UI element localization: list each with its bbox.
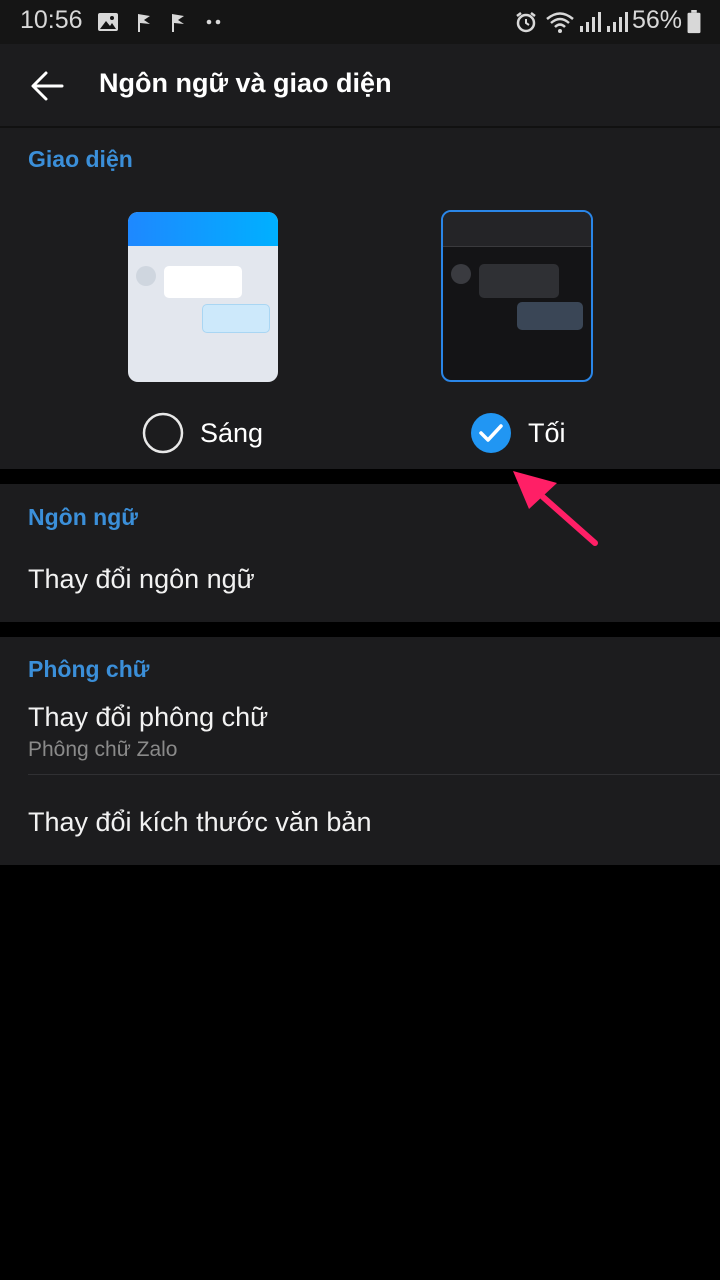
radio-unchecked-icon [142, 412, 184, 454]
signal-icon [607, 12, 628, 32]
preview-received-bubble [164, 266, 242, 298]
alarm-icon [516, 12, 536, 33]
app-bar: Ngôn ngữ và giao diện [0, 44, 720, 128]
section-header-theme: Giao diện [28, 146, 133, 172]
preview-header-bar [128, 212, 278, 246]
radio-label-light: Sáng [200, 417, 264, 448]
preview-avatar [451, 264, 471, 284]
preview-sent-bubble [202, 304, 270, 333]
status-bar: 10:56 56% [0, 0, 720, 44]
battery-percent: 56% [631, 6, 682, 34]
wifi-icon [546, 12, 574, 33]
change-font-label: Thay đổi phông chữ [28, 702, 269, 732]
radio-label-dark: Tối [528, 417, 566, 448]
flag-icon [138, 14, 150, 32]
annotation-arrow-icon [513, 471, 598, 546]
check-circle-icon [471, 413, 511, 453]
change-text-size-item[interactable]: Thay đổi kích thước văn bản [28, 807, 371, 838]
section-header-language: Ngôn ngữ [28, 504, 138, 530]
battery-icon [687, 10, 701, 34]
signal-icon [580, 12, 601, 32]
theme-section: Giao diện Sáng Tối [0, 128, 720, 469]
status-time: 10:56 [20, 6, 83, 34]
radio-light[interactable]: Sáng [142, 412, 263, 454]
language-section: Ngôn ngữ Thay đổi ngôn ngữ [0, 484, 720, 622]
preview-received-bubble [479, 264, 559, 298]
light-theme-preview[interactable] [128, 212, 278, 382]
divider [28, 774, 720, 775]
font-section: Phông chữ Thay đổi phông chữ Phông chữ Z… [0, 637, 720, 865]
dark-theme-preview[interactable] [441, 210, 593, 382]
radio-dark[interactable]: Tối [470, 412, 566, 454]
preview-avatar [136, 266, 156, 286]
back-arrow-icon[interactable] [26, 64, 70, 108]
preview-header-bar [443, 212, 591, 247]
page-title: Ngôn ngữ và giao diện [99, 68, 392, 98]
current-font-label: Phông chữ Zalo [28, 738, 178, 761]
flag-icon [172, 14, 184, 32]
more-dots-icon [206, 19, 221, 25]
gallery-icon [98, 13, 118, 31]
preview-sent-bubble [517, 302, 583, 330]
change-language-item[interactable]: Thay đổi ngôn ngữ [28, 564, 255, 595]
section-header-font: Phông chữ [28, 656, 150, 682]
